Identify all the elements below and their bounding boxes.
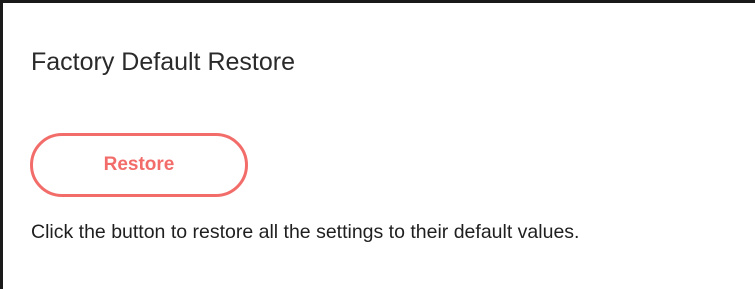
- factory-restore-panel: Factory Default Restore Restore Click th…: [0, 0, 755, 289]
- restore-description: Click the button to restore all the sett…: [31, 221, 580, 243]
- section-title: Factory Default Restore: [31, 48, 295, 76]
- restore-button[interactable]: Restore: [30, 133, 248, 197]
